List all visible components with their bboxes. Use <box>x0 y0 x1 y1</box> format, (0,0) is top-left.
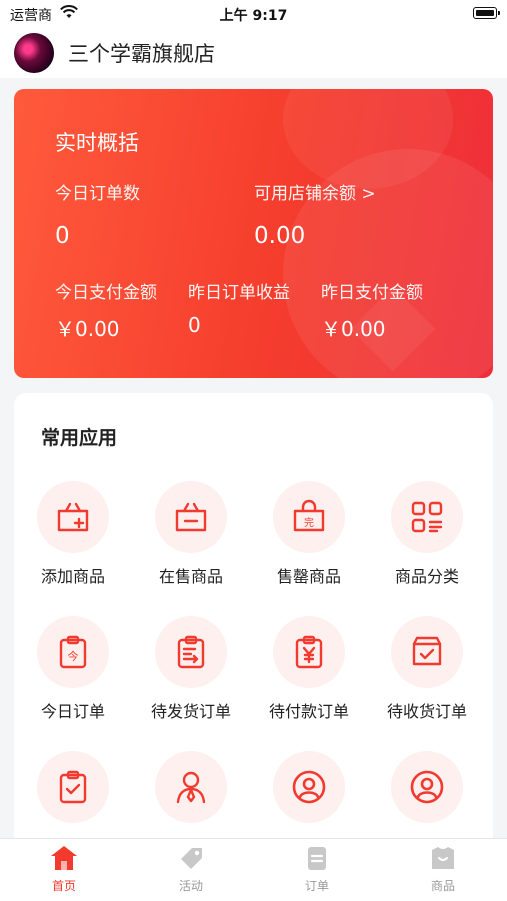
customer-icon <box>176 771 206 804</box>
bag-plus-icon <box>57 502 89 532</box>
app-label: 在售商品 <box>158 567 223 586</box>
shop-name[interactable]: 三个学霸旗舰店 <box>68 38 215 68</box>
app-icon-bg <box>155 751 227 823</box>
order-icon <box>308 847 326 870</box>
app-label: 添加商品 <box>40 567 105 586</box>
bag-soldout-icon: 完 <box>293 499 325 532</box>
common-apps-card: 常用应用 添加商品 在售商品 完 售罄商品 商品分类 今 今日订单 待发货订单 … <box>14 393 493 863</box>
shop-avatar[interactable] <box>14 33 54 73</box>
overview-card: 实时概括 今日订单数 0 可用店铺余额 > 0.00 今日支付金额 ￥0.00 … <box>14 89 493 378</box>
app-icon-bg <box>391 616 463 688</box>
app-label: 待发货订单 <box>150 702 231 721</box>
tab-home[interactable]: 首页 <box>24 845 104 894</box>
app-icon-bg <box>391 751 463 823</box>
overview-title: 实时概括 <box>55 131 139 155</box>
today-orders-value: 0 <box>55 223 70 249</box>
app-today-orders[interactable]: 今 今日订单 <box>14 616 132 726</box>
shop-header: 三个学霸旗舰店 <box>0 28 507 78</box>
bottom-tab-bar: 首页 活动 订单 商品 <box>0 838 507 901</box>
battery-icon <box>473 7 500 19</box>
app-label: 待付款订单 <box>268 702 349 721</box>
clipboard-yen-icon <box>295 635 323 669</box>
app-icon-bg <box>155 616 227 688</box>
app-sold-out-products[interactable]: 完 售罄商品 <box>250 481 368 591</box>
tab-goods[interactable]: 商品 <box>403 845 483 894</box>
clipboard-today-icon: 今 <box>59 635 87 669</box>
app-icon-bg <box>273 616 345 688</box>
tab-label: 首页 <box>51 879 76 893</box>
yesterday-income-value: 0 <box>188 313 201 337</box>
tab-label: 订单 <box>304 879 329 893</box>
app-icon-bg <box>391 481 463 553</box>
tab-activity[interactable]: 活动 <box>151 845 231 894</box>
clock-label: 上午 9:17 <box>219 8 288 24</box>
tab-orders[interactable]: 订单 <box>277 845 357 894</box>
common-apps-title: 常用应用 <box>41 427 118 449</box>
user-circle-icon <box>410 770 444 804</box>
app-label: 售罄商品 <box>276 567 341 586</box>
app-to-ship-orders[interactable]: 待发货订单 <box>132 616 250 726</box>
app-icon-bg: 今 <box>37 616 109 688</box>
app-icon-bg <box>155 481 227 553</box>
svg-text:完: 完 <box>304 516 314 529</box>
app-unpaid-orders[interactable]: 待付款订单 <box>250 616 368 726</box>
svg-text:今: 今 <box>68 649 79 663</box>
app-to-receive-orders[interactable]: 待收货订单 <box>368 616 486 726</box>
category-icon <box>411 501 443 533</box>
store-balance-link[interactable]: 可用店铺余额 > <box>254 179 376 204</box>
app-label: 待收货订单 <box>386 702 467 721</box>
clipboard-ship-icon <box>177 635 205 669</box>
today-paid-value: ￥0.00 <box>55 317 120 341</box>
home-icon <box>51 846 77 870</box>
app-icon-bg <box>273 751 345 823</box>
goods-icon <box>432 847 454 869</box>
app-on-sale-products[interactable]: 在售商品 <box>132 481 250 591</box>
app-icon-bg <box>37 481 109 553</box>
tag-icon <box>181 848 202 869</box>
app-icon-bg: 完 <box>273 481 345 553</box>
yesterday-income-label: 昨日订单收益 <box>188 283 290 303</box>
status-bar: 运营商 上午 9:17 <box>0 0 507 28</box>
app-label: 今日订单 <box>40 702 105 721</box>
yesterday-paid-label: 昨日支付金额 <box>321 283 423 303</box>
today-paid-label: 今日支付金额 <box>55 283 157 303</box>
today-orders-label: 今日订单数 <box>55 184 140 204</box>
app-product-categories[interactable]: 商品分类 <box>368 481 486 591</box>
clipboard-check-icon <box>59 770 87 804</box>
app-add-product[interactable]: 添加商品 <box>14 481 132 591</box>
app-label: 商品分类 <box>394 567 459 586</box>
box-check-icon <box>412 636 442 666</box>
tab-label: 商品 <box>430 879 455 893</box>
user-circle-icon <box>292 770 326 804</box>
yesterday-paid-value: ￥0.00 <box>321 317 386 341</box>
tab-label: 活动 <box>178 879 203 893</box>
store-balance-value: 0.00 <box>254 223 306 249</box>
bag-minus-icon <box>175 502 207 532</box>
app-icon-bg <box>37 751 109 823</box>
